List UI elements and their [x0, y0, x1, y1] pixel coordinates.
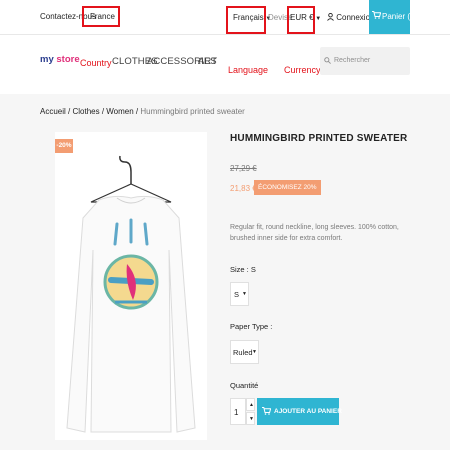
- language-selector[interactable]: Français ▼: [233, 13, 271, 22]
- sweater-illustration: [66, 155, 196, 433]
- product-title: HUMMINGBIRD PRINTED SWEATER: [230, 133, 408, 144]
- quantity-decrement-button[interactable]: ▼: [246, 412, 255, 425]
- logo[interactable]: my store: [40, 54, 80, 65]
- chevron-down-icon: ▼: [249, 416, 254, 422]
- discount-badge: -20%: [55, 139, 73, 153]
- chevron-down-icon: ▼: [313, 16, 322, 22]
- annotation-country: Country: [80, 58, 112, 68]
- size-label: Size : S: [230, 265, 256, 274]
- breadcrumb-current: Hummingbird printed sweater: [140, 107, 245, 116]
- login-link[interactable]: Connexion: [327, 12, 374, 22]
- cart-label: Panier (1): [382, 12, 418, 21]
- breadcrumb-clothes[interactable]: Clothes: [72, 107, 99, 116]
- breadcrumb-home[interactable]: Accueil: [40, 107, 66, 116]
- currency-value: EUR €: [290, 13, 314, 22]
- country-selector[interactable]: France: [90, 12, 115, 21]
- breadcrumb-women[interactable]: Women: [106, 107, 133, 116]
- annotation-language: Language: [228, 65, 269, 75]
- breadcrumb: Accueil / Clothes / Women / Hummingbird …: [40, 107, 245, 116]
- paper-type-value: Ruled: [233, 348, 253, 357]
- search-icon: [324, 57, 331, 64]
- cart-icon: [372, 11, 381, 19]
- currency-selector[interactable]: EUR € ▼: [290, 13, 321, 22]
- size-value: S: [234, 290, 240, 299]
- nav-art[interactable]: ART: [198, 56, 217, 67]
- search-placeholder: Rechercher: [334, 57, 371, 64]
- language-value: Français: [233, 13, 264, 22]
- current-price: 21,83 €: [230, 184, 257, 193]
- chevron-down-icon: ▼: [252, 349, 257, 355]
- cart-icon: [262, 407, 271, 415]
- chevron-down-icon: ▼: [242, 291, 247, 297]
- savings-badge: ÉCONOMISEZ 20%: [254, 180, 321, 195]
- chevron-up-icon: ▲: [249, 402, 254, 408]
- paper-type-select[interactable]: Ruled ▼: [230, 340, 259, 364]
- product-image[interactable]: [55, 132, 207, 440]
- quantity-input[interactable]: 1: [230, 398, 246, 425]
- quantity-value: 1: [234, 408, 239, 417]
- old-price: 27,29 €: [230, 164, 257, 173]
- annotation-currency: Currency: [284, 65, 321, 75]
- quantity-increment-button[interactable]: ▲: [246, 398, 255, 411]
- user-icon: [327, 12, 334, 21]
- quantity-label: Quantité: [230, 381, 259, 390]
- paper-type-label: Paper Type :: [230, 322, 273, 331]
- add-to-cart-button[interactable]: AJOUTER AU PANIER: [257, 398, 342, 425]
- cart-button[interactable]: Panier (1): [369, 0, 417, 34]
- add-to-cart-label: AJOUTER AU PANIER: [274, 408, 342, 415]
- size-select[interactable]: S ▼: [230, 282, 249, 306]
- product-description: Regular fit, round neckline, long sleeve…: [230, 224, 399, 242]
